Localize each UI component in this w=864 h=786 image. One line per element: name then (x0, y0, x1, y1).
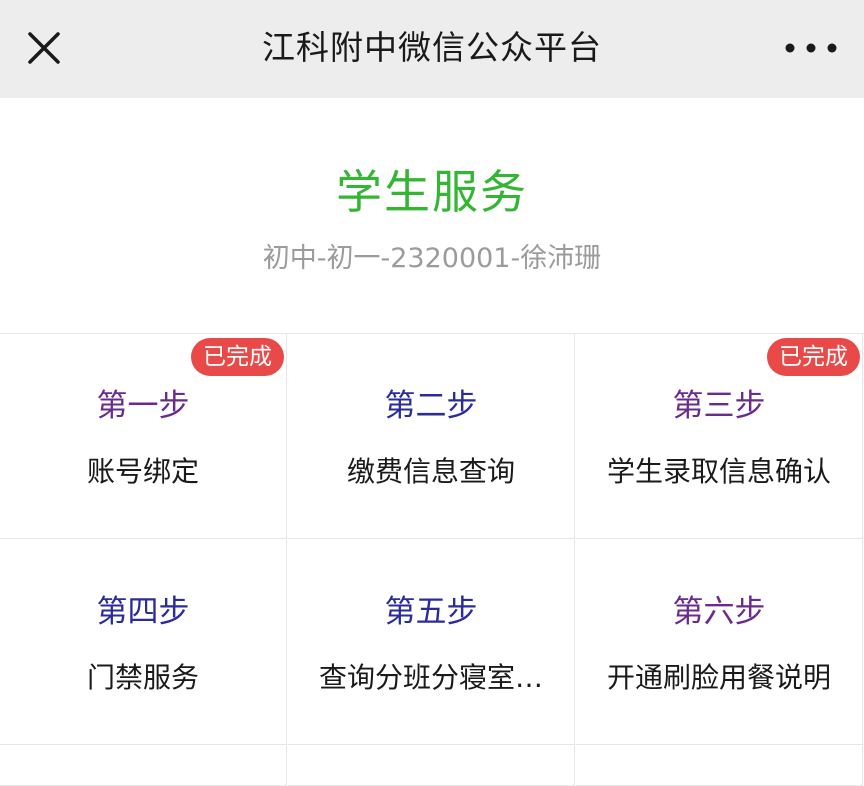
step-title: 第一步 (96, 388, 190, 424)
step-label: 学生录取信息确认 (606, 455, 831, 488)
step-title: 第五步 (384, 594, 478, 630)
page-title: 学生服务 (336, 165, 528, 219)
step-card-3[interactable]: 已完成 第三步 学生录取信息确认 (576, 334, 863, 539)
main-content: 学生服务 初中-初一-2320001-徐沛珊 已完成 第一步 账号绑定 第二步 … (0, 98, 864, 786)
step-label: 查询分班分寝室… (318, 661, 543, 694)
step-grid: 已完成 第一步 账号绑定 第二步 缴费信息查询 已完成 第三步 学生录取信息确认… (0, 333, 864, 786)
step-card-partial (288, 746, 575, 786)
step-label: 门禁服务 (86, 661, 199, 694)
step-title: 第四步 (96, 594, 190, 630)
more-button[interactable] (780, 24, 842, 72)
completed-badge: 已完成 (191, 338, 284, 376)
step-title: 第三步 (672, 388, 766, 424)
top-bar: 江科附中微信公众平台 (0, 0, 864, 98)
student-info: 初中-初一-2320001-徐沛珊 (262, 243, 602, 274)
step-card-1[interactable]: 已完成 第一步 账号绑定 (0, 334, 287, 539)
step-card-2[interactable]: 第二步 缴费信息查询 (288, 334, 575, 539)
more-dots-icon (785, 43, 837, 53)
completed-badge: 已完成 (767, 338, 860, 376)
step-label: 开通刷脸用餐说明 (606, 661, 831, 694)
step-card-4[interactable]: 第四步 门禁服务 (0, 540, 287, 745)
step-title: 第二步 (384, 388, 478, 424)
step-card-partial (576, 746, 863, 786)
step-label: 缴费信息查询 (346, 455, 515, 488)
step-card-6[interactable]: 第六步 开通刷脸用餐说明 (576, 540, 863, 745)
step-card-partial (0, 746, 287, 786)
step-title: 第六步 (672, 594, 766, 630)
topbar-title: 江科附中微信公众平台 (262, 28, 602, 67)
step-card-5[interactable]: 第五步 查询分班分寝室… (288, 540, 575, 745)
step-label: 账号绑定 (86, 455, 199, 488)
